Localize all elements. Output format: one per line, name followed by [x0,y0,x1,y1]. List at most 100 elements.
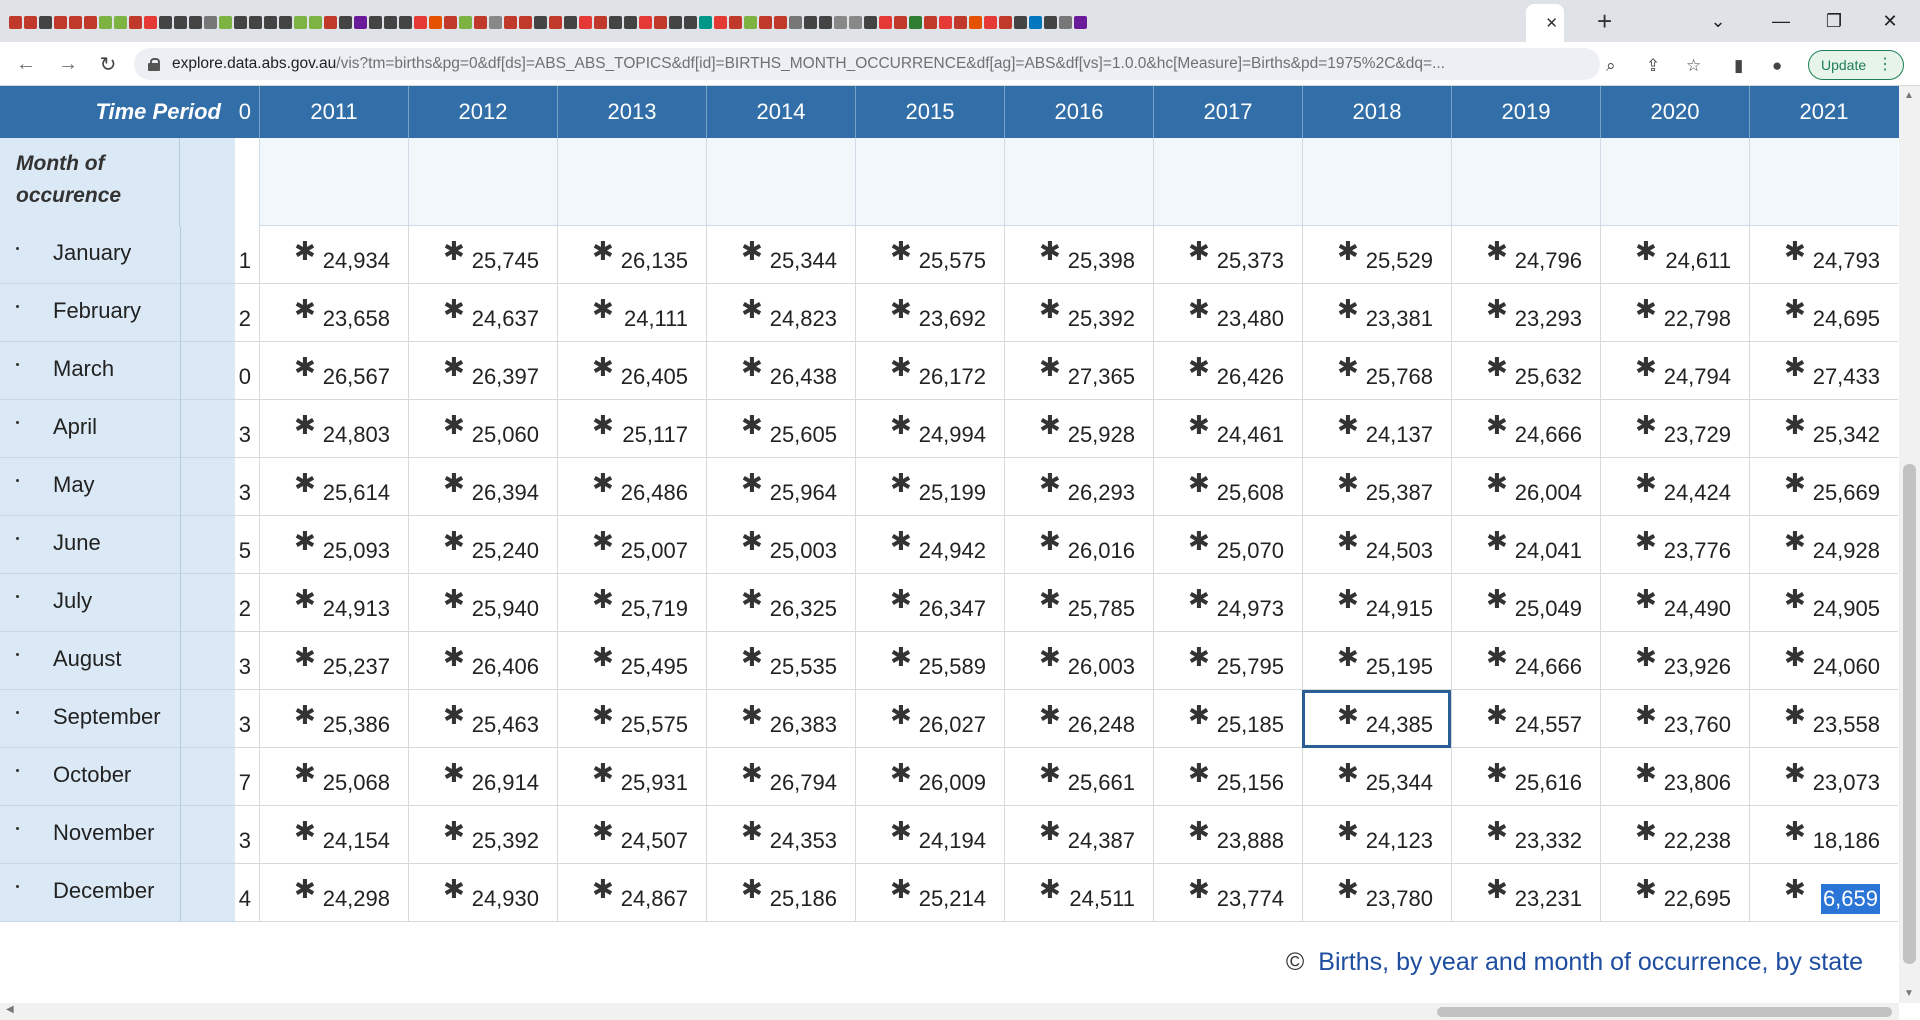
flag-asterisk-icon[interactable]: ✱ [1784,413,1806,439]
table-cell[interactable]: ✱ 25,529 [1302,226,1451,284]
table-cell[interactable]: ✱ 25,928 [1004,400,1153,458]
flag-asterisk-icon[interactable]: ✱ [890,819,912,845]
flag-asterisk-icon[interactable]: ✱ [443,297,465,323]
flag-asterisk-icon[interactable]: ✱ [1784,587,1806,613]
flag-asterisk-icon[interactable]: ✱ [1486,355,1508,381]
table-cell[interactable]: ✱ 24,905 [1749,574,1898,632]
table-cell[interactable]: ✱ 25,463 [408,690,557,748]
table-cell[interactable]: ✱ 23,558 [1749,690,1898,748]
flag-asterisk-icon[interactable]: ✱ [1486,297,1508,323]
year-header-2011[interactable]: 2011 [259,86,408,138]
browser-tab[interactable] [503,8,518,36]
flag-asterisk-icon[interactable]: ✱ [1188,239,1210,265]
flag-asterisk-icon[interactable]: ✱ [1039,819,1061,845]
table-cell[interactable]: ✱ 26,347 [855,574,1004,632]
table-cell[interactable]: ✱ 22,695 [1600,864,1749,922]
flag-asterisk-icon[interactable]: ✱ [890,587,912,613]
flag-asterisk-icon[interactable]: ✱ [294,413,316,439]
flag-asterisk-icon[interactable]: ✱ [1337,355,1359,381]
table-cell[interactable]: ✱ 25,186 [706,864,855,922]
table-cell[interactable]: ✱ 25,007 [557,516,706,574]
flag-asterisk-icon[interactable]: ✱ [294,703,316,729]
table-cell[interactable]: ✱ 24,994 [855,400,1004,458]
flag-asterisk-icon[interactable]: ✱ [1635,471,1657,497]
year-header-2018[interactable]: 2018 [1302,86,1451,138]
browser-tab[interactable] [878,8,893,36]
flag-asterisk-icon[interactable]: ✱ [1039,297,1061,323]
table-cell[interactable]: ✱ 25,003 [706,516,855,574]
browser-tab[interactable] [623,8,638,36]
restore-button[interactable]: ❐ [1806,0,1862,42]
table-cell[interactable]: ✱ 25,964 [706,458,855,516]
flag-asterisk-icon[interactable]: ✱ [294,587,316,613]
flag-asterisk-icon[interactable]: ✱ [1784,471,1806,497]
table-cell[interactable]: ✱ 23,381 [1302,284,1451,342]
table-cell[interactable]: ✱ 24,137 [1302,400,1451,458]
table-cell[interactable]: ✱ 26,004 [1451,458,1600,516]
menu-dots-icon[interactable]: ⋮ [1877,55,1893,75]
flag-asterisk-icon[interactable]: ✱ [1188,355,1210,381]
browser-tab[interactable] [728,8,743,36]
table-cell[interactable]: ✱ 22,798 [1600,284,1749,342]
browser-tab[interactable] [383,8,398,36]
row-label-august[interactable]: August [0,632,235,690]
flag-asterisk-icon[interactable]: ✱ [1635,761,1657,787]
browser-tab[interactable] [788,8,803,36]
flag-asterisk-icon[interactable]: ✱ [592,297,614,323]
browser-tab[interactable] [683,8,698,36]
flag-asterisk-icon[interactable]: ✱ [1039,355,1061,381]
flag-asterisk-icon[interactable]: ✱ [1635,413,1657,439]
table-cell[interactable]: ✱ 25,344 [706,226,855,284]
browser-tab[interactable] [968,8,983,36]
browser-tab[interactable] [758,8,773,36]
browser-tab[interactable] [458,8,473,36]
table-cell[interactable]: ✱ 24,913 [259,574,408,632]
table-cell[interactable]: ✱ 24,194 [855,806,1004,864]
table-cell[interactable]: ✱ 24,934 [259,226,408,284]
flag-asterisk-icon[interactable]: ✱ [294,355,316,381]
flag-asterisk-icon[interactable]: ✱ [1635,645,1657,671]
bookmark-star-icon[interactable]: ☆ [1686,56,1701,76]
flag-asterisk-icon[interactable]: ✱ [1337,413,1359,439]
year-header-2019[interactable]: 2019 [1451,86,1600,138]
flag-asterisk-icon[interactable]: ✱ [1784,297,1806,323]
table-cell[interactable]: ✱ 25,632 [1451,342,1600,400]
table-cell[interactable]: ✱ 26,486 [557,458,706,516]
browser-tab[interactable] [668,8,683,36]
dataset-source-link[interactable]: Births, by year and month of occurrence,… [1318,948,1863,976]
table-cell[interactable]: ✱ 24,060 [1749,632,1898,690]
flag-asterisk-icon[interactable]: ✱ [1635,297,1657,323]
year-header-2021[interactable]: 2021 [1749,86,1898,138]
horizontal-scroll-thumb[interactable] [1437,1007,1892,1017]
flag-asterisk-icon[interactable]: ✱ [1039,587,1061,613]
table-cell[interactable]: ✱ 24,511 [1004,864,1153,922]
table-cell[interactable]: ✱ 26,406 [408,632,557,690]
table-cell[interactable]: ✱ 23,332 [1451,806,1600,864]
table-cell[interactable]: ✱ 26,914 [408,748,557,806]
flag-asterisk-icon[interactable]: ✱ [890,761,912,787]
flag-asterisk-icon[interactable]: ✱ [1039,703,1061,729]
table-cell[interactable]: ✱ 24,930 [408,864,557,922]
table-cell[interactable]: ✱ 6,659 [1749,864,1898,922]
table-cell[interactable]: ✱ 25,392 [408,806,557,864]
browser-tab[interactable] [533,8,548,36]
row-label-march[interactable]: March [0,342,235,400]
table-cell[interactable]: ✱ 26,426 [1153,342,1302,400]
flag-asterisk-icon[interactable]: ✱ [741,819,763,845]
table-cell[interactable]: ✱ 26,405 [557,342,706,400]
row-label-february[interactable]: February [0,284,235,342]
table-cell[interactable]: ✱ 26,248 [1004,690,1153,748]
flag-asterisk-icon[interactable]: ✱ [1635,877,1657,903]
table-cell[interactable]: ✱ 24,973 [1153,574,1302,632]
flag-asterisk-icon[interactable]: ✱ [443,529,465,555]
browser-tab[interactable] [578,8,593,36]
flag-asterisk-icon[interactable]: ✱ [443,703,465,729]
flag-asterisk-icon[interactable]: ✱ [1039,413,1061,439]
flag-asterisk-icon[interactable]: ✱ [1337,703,1359,729]
table-cell[interactable]: ✱ 24,424 [1600,458,1749,516]
flag-asterisk-icon[interactable]: ✱ [741,413,763,439]
flag-asterisk-icon[interactable]: ✱ [1486,529,1508,555]
flag-asterisk-icon[interactable]: ✱ [1188,819,1210,845]
table-cell[interactable]: ✱ 25,195 [1302,632,1451,690]
table-cell[interactable]: ✱ 25,387 [1302,458,1451,516]
